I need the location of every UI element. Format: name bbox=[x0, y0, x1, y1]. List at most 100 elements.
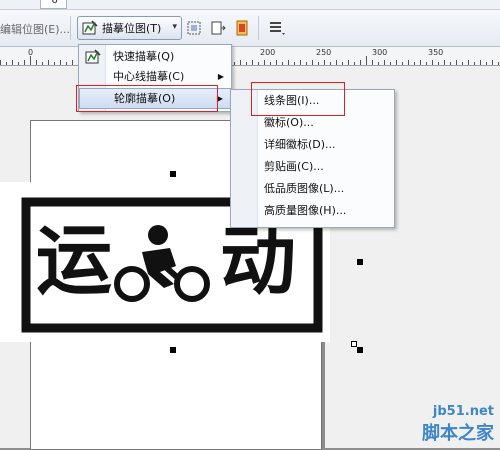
ruler-tick bbox=[474, 62, 475, 65]
ruler-label: 250 bbox=[316, 48, 332, 57]
ruler-tick bbox=[366, 56, 367, 65]
ruler-tick bbox=[384, 60, 385, 65]
toolbar-separator bbox=[70, 16, 71, 40]
ruler-tick bbox=[282, 62, 283, 65]
ruler-tick bbox=[408, 60, 409, 65]
ruler-tick bbox=[468, 60, 469, 65]
ruler-tick bbox=[258, 62, 259, 65]
ruler-tick bbox=[6, 62, 7, 65]
trace-bitmap-label: 描摹位图(T) bbox=[102, 22, 162, 35]
cyclist-icon bbox=[114, 225, 210, 302]
ruler-tick bbox=[378, 62, 379, 65]
ruler-tick bbox=[420, 60, 421, 65]
ruler-tick bbox=[54, 62, 55, 65]
menu-item-label: 低品质图像(L)... bbox=[264, 182, 345, 195]
watermark-brand: 脚本之家 bbox=[422, 423, 494, 444]
ruler-tick bbox=[498, 62, 499, 65]
ruler-tick bbox=[390, 62, 391, 65]
horizontal-ruler[interactable]: 0 50 100 150 200 250 300 350 bbox=[0, 47, 500, 66]
ruler-tick bbox=[480, 60, 481, 65]
ruler-tick bbox=[66, 62, 67, 65]
ruler-tick bbox=[24, 60, 25, 65]
menu-item-low-quality-image[interactable]: 低品质图像(L)... bbox=[231, 179, 394, 199]
ruler-tick bbox=[234, 62, 235, 65]
ruler-tick bbox=[492, 60, 493, 65]
ruler-tick bbox=[372, 60, 373, 65]
ruler-tick bbox=[300, 60, 301, 65]
menu-item-label: 剪贴画(C)... bbox=[264, 160, 324, 173]
menu-item-label: 快速描摹(Q) bbox=[113, 50, 175, 63]
ruler-tick bbox=[432, 60, 433, 65]
property-bar: 编辑位图(E)... 描摹位图(T) ▾ bbox=[0, 10, 500, 47]
ruler-tick bbox=[414, 62, 415, 65]
ruler-tick bbox=[444, 60, 445, 65]
ruler-tick bbox=[324, 60, 325, 65]
ruler-tick bbox=[42, 62, 43, 65]
bitmap-color-mask-button[interactable] bbox=[234, 20, 250, 36]
submenu-arrow-icon: ▶ bbox=[217, 72, 224, 81]
menu-item-detailed-logo[interactable]: 详细徽标(D)... bbox=[231, 135, 394, 155]
ruler-tick bbox=[360, 60, 361, 65]
bitmap-color-mask-icon bbox=[236, 20, 248, 36]
selection-handle[interactable] bbox=[170, 171, 176, 177]
ruler-label: 300 bbox=[372, 48, 388, 57]
ruler-tick bbox=[270, 62, 271, 65]
highlight-box-outline-trace bbox=[76, 85, 218, 112]
ruler-tick bbox=[276, 60, 277, 65]
watermark-domain: jb51.net bbox=[432, 404, 494, 419]
selection-handle[interactable] bbox=[357, 347, 363, 353]
ruler-tick bbox=[342, 62, 343, 65]
ruler-tick bbox=[486, 62, 487, 65]
ruler-tick bbox=[246, 62, 247, 65]
ruler-label: 200 bbox=[260, 48, 276, 57]
menu-item-label: 徽标(O)... bbox=[264, 116, 314, 129]
ruler-tick bbox=[402, 62, 403, 65]
menu-item-label: 高质量图像(H)... bbox=[264, 204, 347, 217]
ruler-tick bbox=[396, 60, 397, 65]
ruler-tick bbox=[294, 62, 295, 65]
rotation-handle[interactable] bbox=[351, 341, 357, 347]
ruler-tick bbox=[318, 62, 319, 65]
selection-handle[interactable] bbox=[170, 347, 176, 353]
trace-bitmap-button[interactable]: 描摹位图(T) ▾ bbox=[77, 16, 182, 40]
ruler-tick bbox=[252, 60, 253, 65]
ruler-tick bbox=[438, 62, 439, 65]
selection-handle[interactable] bbox=[357, 259, 363, 265]
menu-item-label: 详细徽标(D)... bbox=[264, 138, 336, 151]
menu-item-high-quality-image[interactable]: 高质量图像(H)... bbox=[231, 201, 394, 221]
ruler-tick bbox=[48, 60, 49, 65]
menu-item-centerline-trace[interactable]: 中心线描摹(C) ▶ bbox=[79, 67, 231, 87]
quick-trace-icon bbox=[85, 49, 101, 64]
resample-button[interactable] bbox=[210, 20, 226, 36]
ruler-tick bbox=[30, 56, 31, 65]
menu-item-logo[interactable]: 徽标(O)... bbox=[231, 113, 394, 133]
logo-char-right: 动 bbox=[220, 216, 296, 305]
document-tab[interactable]: ᓀ bbox=[40, 0, 67, 9]
window-top-strip: ᓀ bbox=[0, 0, 500, 10]
ruler-tick bbox=[0, 60, 1, 65]
ruler-tick bbox=[456, 60, 457, 65]
logo-char-left: 运 bbox=[36, 216, 112, 305]
ruler-tick bbox=[60, 60, 61, 65]
ruler-tick bbox=[72, 60, 73, 65]
ruler-tick bbox=[426, 62, 427, 65]
ruler-tick bbox=[330, 62, 331, 65]
ruler-tick bbox=[12, 60, 13, 65]
crop-bitmap-button[interactable] bbox=[186, 20, 202, 36]
ruler-tick bbox=[264, 60, 265, 65]
crop-icon bbox=[187, 21, 201, 35]
ruler-tick bbox=[18, 62, 19, 65]
resample-icon bbox=[211, 21, 226, 35]
edit-bitmap-button[interactable]: 编辑位图(E)... bbox=[0, 21, 70, 37]
trace-bitmap-icon bbox=[82, 20, 98, 35]
align-icon bbox=[270, 22, 285, 35]
ruler-tick bbox=[312, 60, 313, 65]
align-button[interactable] bbox=[268, 20, 286, 36]
ruler-tick bbox=[336, 60, 337, 65]
chevron-down-icon: ▾ bbox=[172, 22, 177, 32]
menu-item-clipart[interactable]: 剪贴画(C)... bbox=[231, 157, 394, 177]
menu-item-quick-trace[interactable]: 快速描摹(Q) bbox=[79, 47, 231, 67]
watermark: jb51.net 脚本之家 bbox=[422, 404, 494, 445]
ruler-tick bbox=[348, 60, 349, 65]
ruler-tick bbox=[450, 62, 451, 65]
